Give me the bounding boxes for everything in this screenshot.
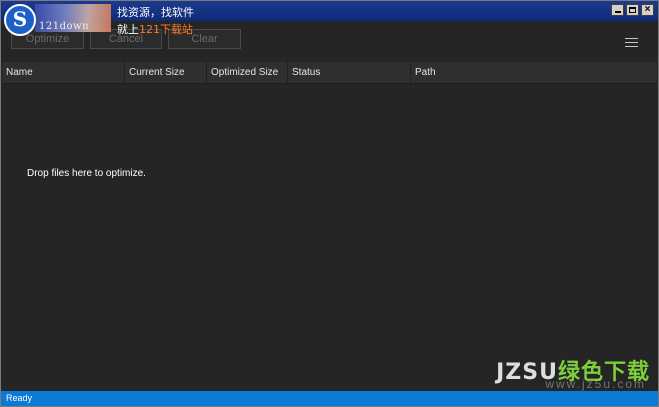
status-bar: Ready: [1, 391, 658, 406]
minimize-button[interactable]: [611, 4, 624, 16]
column-header-path[interactable]: Path: [411, 62, 657, 83]
status-text: Ready: [6, 393, 33, 403]
column-header-name[interactable]: Name: [2, 62, 125, 83]
window-title: 找资源，找软件: [117, 7, 194, 19]
close-button[interactable]: ×: [641, 4, 654, 16]
column-header-optimized-size[interactable]: Optimized Size: [207, 62, 288, 83]
hamburger-icon[interactable]: [625, 38, 638, 47]
column-header-status[interactable]: Status: [288, 62, 411, 83]
watermark-url: www.jz5u.com: [545, 377, 646, 391]
watermark-domain: 121down: [39, 21, 90, 32]
watermark-promo-prefix: 就上: [117, 23, 139, 36]
maximize-button[interactable]: [626, 4, 639, 16]
watermark-promo: 就上121下载站: [117, 21, 193, 37]
drop-zone-message: Drop files here to optimize.: [27, 168, 146, 179]
column-header-current-size[interactable]: Current Size: [125, 62, 207, 83]
table-header: Name Current Size Optimized Size Status …: [2, 62, 657, 84]
window-controls: ×: [611, 4, 654, 16]
app-window: 找资源，找软件 × Optimize Cancel Clear S 121dow…: [0, 0, 659, 407]
watermark-logo-icon: S: [4, 4, 36, 36]
watermark-promo-accent: 121下载站: [139, 23, 193, 36]
